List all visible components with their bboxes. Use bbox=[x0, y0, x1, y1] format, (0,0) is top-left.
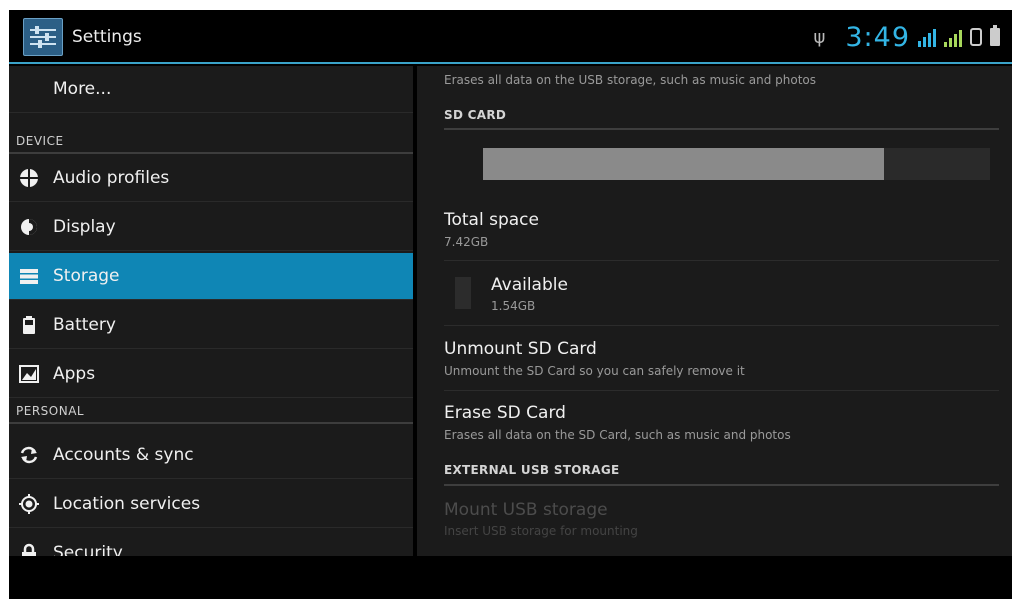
mount-usb-storage-item[interactable]: Mount USB storage Insert USB storage for… bbox=[417, 486, 1012, 550]
sidebar-item-battery[interactable]: Battery bbox=[9, 302, 413, 349]
total-space-value: 7.42GB bbox=[444, 235, 489, 249]
sidebar-item-label: Apps bbox=[53, 364, 96, 384]
unmount-sd-card-summary: Unmount the SD Card so you can safely re… bbox=[444, 364, 745, 378]
bluetooth-icon bbox=[970, 28, 982, 46]
storage-detail-pane: Erases all data on the USB storage, such… bbox=[417, 66, 1012, 556]
system-navigation-bar bbox=[9, 556, 1012, 599]
sync-icon bbox=[20, 446, 38, 464]
available-color-swatch bbox=[455, 277, 471, 309]
mount-usb-storage-summary: Insert USB storage for mounting bbox=[444, 524, 638, 538]
sidebar-item-storage[interactable]: Storage bbox=[9, 253, 413, 300]
device-screen: Settings ψ 3:49 More... DEVICE Audio pro… bbox=[9, 10, 1012, 599]
unmount-sd-card-title: Unmount SD Card bbox=[444, 339, 597, 359]
usb-erase-summary: Erases all data on the USB storage, such… bbox=[444, 73, 817, 87]
apps-icon bbox=[19, 365, 39, 383]
app-title: Settings bbox=[72, 27, 142, 47]
section-header-sd-card: SD CARD bbox=[444, 108, 507, 122]
section-header-external-usb: EXTERNAL USB STORAGE bbox=[444, 463, 620, 477]
section-divider bbox=[444, 128, 999, 130]
sidebar-item-label: Audio profiles bbox=[53, 168, 170, 188]
usb-icon: ψ bbox=[813, 26, 826, 48]
available-title: Available bbox=[491, 275, 568, 295]
mount-usb-storage-title: Mount USB storage bbox=[444, 500, 608, 520]
audio-profiles-icon bbox=[20, 169, 38, 187]
sidebar-item-apps[interactable]: Apps bbox=[9, 351, 413, 398]
sidebar-item-display[interactable]: Display bbox=[9, 204, 413, 251]
clock: 3:49 bbox=[845, 21, 910, 53]
sidebar-item-label: Storage bbox=[53, 266, 120, 286]
erase-sd-card-summary: Erases all data on the SD Card, such as … bbox=[444, 428, 791, 442]
display-icon bbox=[21, 219, 37, 235]
sidebar-item-label: Accounts & sync bbox=[53, 445, 194, 465]
item-divider bbox=[444, 260, 999, 261]
sidebar-item-security[interactable]: Security bbox=[9, 530, 413, 556]
sidebar-item-audio-profiles[interactable]: Audio profiles bbox=[9, 155, 413, 202]
total-space-title: Total space bbox=[444, 210, 539, 230]
battery-icon bbox=[23, 316, 35, 334]
sidebar-item-location-services[interactable]: Location services bbox=[9, 481, 413, 528]
location-icon bbox=[19, 494, 39, 514]
erase-sd-card-item[interactable]: Erase SD Card Erases all data on the SD … bbox=[417, 391, 1012, 455]
sidebar-item-more[interactable]: More... bbox=[9, 66, 413, 113]
section-header-personal: PERSONAL bbox=[9, 400, 413, 424]
data-signal-icon bbox=[918, 27, 936, 47]
available-value: 1.54GB bbox=[491, 299, 536, 313]
sidebar-item-label: Security bbox=[53, 543, 123, 556]
battery-charging-icon bbox=[990, 25, 1000, 46]
status-bar: ψ 3:49 bbox=[813, 21, 1000, 53]
erase-sd-card-title: Erase SD Card bbox=[444, 403, 566, 423]
sidebar-item-label: More... bbox=[53, 79, 112, 99]
settings-sidebar: More... DEVICE Audio profiles Display St… bbox=[9, 66, 413, 556]
sidebar-item-label: Location services bbox=[53, 494, 201, 514]
storage-usage-fill bbox=[483, 148, 884, 180]
section-header-label: DEVICE bbox=[16, 134, 64, 148]
storage-icon bbox=[20, 269, 38, 284]
section-header-label: PERSONAL bbox=[16, 404, 85, 418]
signal-bars-icon bbox=[944, 27, 962, 47]
action-bar: Settings ψ 3:49 bbox=[9, 10, 1012, 64]
unmount-sd-card-item[interactable]: Unmount SD Card Unmount the SD Card so y… bbox=[417, 326, 1012, 390]
sidebar-item-label: Display bbox=[53, 217, 116, 237]
lock-icon bbox=[22, 543, 36, 556]
sidebar-item-accounts-sync[interactable]: Accounts & sync bbox=[9, 432, 413, 479]
storage-usage-bar bbox=[483, 148, 990, 180]
section-header-device: DEVICE bbox=[9, 130, 413, 154]
settings-app-icon[interactable] bbox=[23, 18, 63, 56]
sidebar-item-label: Battery bbox=[53, 315, 116, 335]
